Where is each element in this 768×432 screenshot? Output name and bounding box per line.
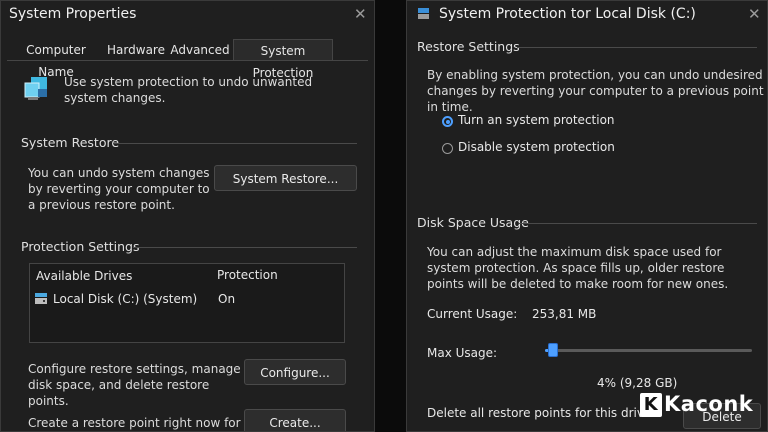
- tab-hardware[interactable]: Hardware: [105, 39, 167, 61]
- column-header-protection[interactable]: Protection: [217, 268, 278, 282]
- current-usage-label: Current Usage:: [427, 307, 518, 321]
- tab-system-protection[interactable]: System Protection: [233, 39, 333, 80]
- configure-text: Configure restore settings, manage disk …: [28, 362, 241, 408]
- radio-turn-on-protection[interactable]: Turn an system protection: [442, 113, 692, 131]
- max-usage-label: Max Usage:: [427, 346, 498, 360]
- restore-settings-header: Restore Settings: [417, 39, 520, 54]
- radio-label[interactable]: Disable system protection: [458, 140, 615, 154]
- system-restore-text: You can undo system changes by reverting…: [28, 166, 210, 212]
- system-restore-button[interactable]: System Restore...: [214, 165, 357, 191]
- table-row[interactable]: Local Disk (C:) (System) On: [34, 291, 334, 309]
- window-title: System Properties: [9, 6, 137, 22]
- title-bar[interactable]: System Properties ✕: [1, 1, 374, 31]
- close-icon[interactable]: ✕: [354, 5, 367, 23]
- close-icon[interactable]: ✕: [748, 5, 761, 23]
- kaconk-watermark: K Kaconk: [640, 392, 753, 422]
- disk-space-header: Disk Space Usage: [417, 215, 529, 230]
- current-usage-value: 253,81 MB: [532, 307, 597, 321]
- create-text: Create a restore point right now for: [28, 416, 241, 430]
- section-divider: [519, 223, 757, 224]
- drive-icon: [417, 7, 430, 20]
- intro-text: Use system protection to undo unwanted s…: [64, 75, 313, 105]
- max-usage-slider[interactable]: [545, 343, 752, 357]
- system-protection-icon: [23, 75, 49, 105]
- column-header-drives[interactable]: Available Drives: [36, 269, 132, 283]
- window-title: System Protection tor Local Disk (C:): [439, 6, 696, 22]
- watermark-logo-icon: K: [640, 393, 662, 417]
- drive-icon: [34, 292, 48, 305]
- radio-label[interactable]: Turn an system protection: [458, 113, 615, 127]
- tab-computer-name[interactable]: Computer Name: [9, 39, 103, 79]
- system-restore-header: System Restore: [21, 135, 120, 150]
- section-divider: [113, 143, 357, 144]
- radio-unselected-icon[interactable]: [442, 143, 453, 154]
- system-protection-dialog: System Protection tor Local Disk (C:) ✕ …: [406, 0, 768, 432]
- radio-selected-icon[interactable]: [442, 116, 453, 127]
- tab-advanced[interactable]: Advanced: [169, 39, 231, 61]
- section-divider: [517, 47, 757, 48]
- create-button[interactable]: Create...: [244, 409, 346, 431]
- tab-divider: [7, 60, 368, 61]
- restore-settings-text: By enabling system protection, you can u…: [427, 68, 764, 114]
- watermark-text: Kaconk: [664, 392, 754, 416]
- max-usage-readout: 4% (9,28 GB): [597, 376, 678, 390]
- drives-list[interactable]: Available Drives Protection Local Disk (…: [29, 263, 345, 343]
- delete-text: Delete all restore points for this drive…: [427, 406, 656, 420]
- section-divider: [133, 247, 357, 248]
- slider-thumb[interactable]: [548, 343, 558, 357]
- drive-protection-status: On: [218, 292, 236, 306]
- disk-space-text: You can adjust the maximum disk space us…: [427, 245, 729, 291]
- protection-settings-header: Protection Settings: [21, 239, 140, 254]
- title-bar[interactable]: System Protection tor Local Disk (C:) ✕: [407, 1, 767, 31]
- radio-disable-protection[interactable]: Disable system protection: [442, 140, 692, 158]
- drive-name: Local Disk (C:) (System): [53, 292, 198, 306]
- system-properties-window: System Properties ✕ Computer Name Hardwa…: [0, 0, 375, 432]
- configure-button[interactable]: Configure...: [244, 359, 346, 385]
